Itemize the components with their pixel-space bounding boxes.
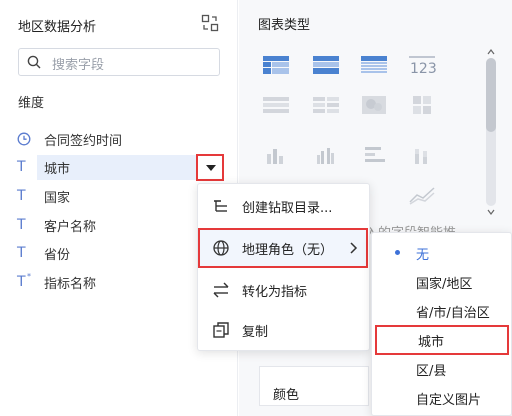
chart-type-title: 图表类型 [258,18,311,33]
geo-role-submenu: 无 国家/地区 省/市/自治区 城市 区/县 自定义图片 [371,232,512,416]
scroll-down-icon[interactable] [487,208,495,216]
submenu-item-label: 自定义图片 [416,393,482,408]
text-type-icon: T [17,159,26,175]
submenu-item-city[interactable]: 城市 [375,325,509,355]
dimension-section-label: 维度 [18,96,45,111]
text-type-icon: T [17,188,26,204]
submenu-item-label: 城市 [418,335,445,350]
submenu-item-label: 国家/地区 [416,277,473,292]
indicator-star-icon: * [27,272,31,281]
bar-chart-icon[interactable] [261,144,291,166]
submenu-item-label: 区/县 [416,364,447,379]
menu-item-label: 地理角色（无） [242,243,334,258]
detail-table-icon[interactable] [359,54,389,76]
treemap-icon[interactable] [407,94,437,116]
submenu-item-label: 省/市/自治区 [416,306,490,321]
field-label: 国家 [44,191,71,206]
submenu-item-label: 无 [416,248,430,263]
text-type-indicator-icon: T [17,274,26,290]
clock-icon [17,132,31,146]
chart-panel-scrollbar[interactable] [483,46,499,218]
field-label: 省份 [44,248,71,263]
svg-text:123: 123 [410,61,437,76]
stacked-bar-icon[interactable] [407,144,437,166]
field-item-indicator-name[interactable]: T * 指标名称 [17,270,225,294]
field-item-contract-time[interactable]: 合同签约时间 [17,127,225,151]
selected-dot-icon [395,250,400,255]
search-input[interactable]: 搜索字段 [18,48,220,76]
scroll-up-icon[interactable] [487,48,495,56]
menu-item-label: 创建钻取目录... [242,201,333,216]
grouped-table-icon[interactable] [311,94,341,116]
field-item-customer-name[interactable]: T 客户名称 [17,213,225,237]
kpi-number-icon[interactable]: 123 [407,54,437,76]
submenu-item-country[interactable]: 国家/地区 [372,267,511,297]
menu-item-label: 转化为指标 [242,285,308,300]
submenu-item-custom-image[interactable]: 自定义图片 [372,383,511,413]
heat-table-icon[interactable] [261,94,291,116]
search-icon [27,55,41,69]
text-type-icon: T [17,217,26,233]
line-chart-icon[interactable] [407,184,437,206]
dataset-title: 地区数据分析 [18,20,97,35]
chevron-right-icon [350,242,358,254]
table-chart-icon[interactable] [261,54,291,76]
field-label: 城市 [44,162,71,177]
field-item-country[interactable]: T 国家 [17,184,225,208]
menu-item-label: 复制 [242,325,269,340]
menu-item-convert-indicator[interactable]: 转化为指标 [198,270,369,310]
search-placeholder: 搜索字段 [52,58,105,73]
menu-item-create-drill[interactable]: 创建钻取目录... [198,186,369,226]
field-label: 合同签约时间 [44,134,123,149]
field-item-city[interactable]: T 城市 [17,155,225,180]
field-label: 客户名称 [44,220,97,235]
submenu-item-district[interactable]: 区/县 [372,354,511,384]
field-context-menu: 创建钻取目录... 地理角色（无） 转化为指标 复制 [197,183,370,351]
drill-directory-icon [214,200,227,212]
copy-icon [213,322,229,338]
color-label: 颜色 [273,388,300,403]
grouped-bar-icon[interactable] [311,144,341,166]
horizontal-bar-icon[interactable] [359,144,389,166]
globe-icon [213,240,229,256]
scroll-thumb[interactable] [486,58,496,132]
text-type-icon: T [17,245,26,261]
field-item-province[interactable]: T 省份 [17,241,225,265]
field-label: 指标名称 [44,277,97,292]
menu-item-copy[interactable]: 复制 [198,310,369,350]
submenu-item-none[interactable]: 无 [372,238,511,268]
convert-icon [213,282,229,298]
heatmap-icon[interactable] [359,94,389,116]
cross-table-icon[interactable] [311,54,341,76]
field-dropdown-button[interactable] [196,154,224,181]
submenu-item-province[interactable]: 省/市/自治区 [372,296,511,326]
menu-item-geo-role[interactable]: 地理角色（无） [198,228,368,268]
switch-dataset-icon[interactable] [201,14,219,32]
